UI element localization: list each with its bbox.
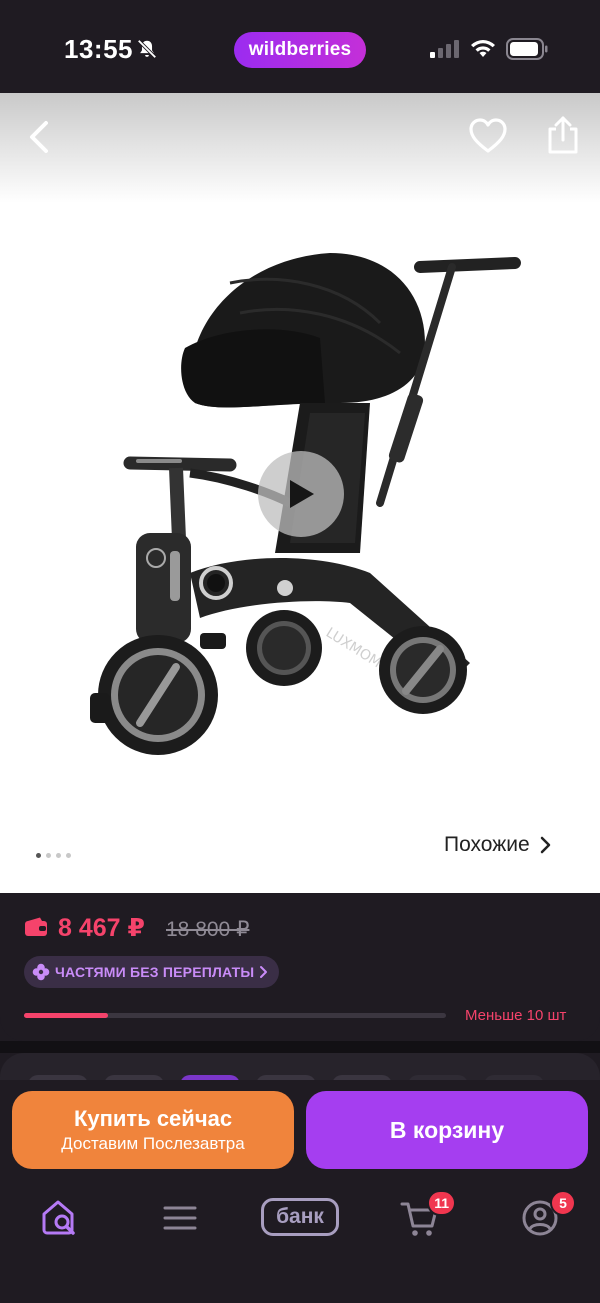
gallery-top-fade <box>0 93 600 203</box>
cart-badge: 11 <box>427 1190 456 1216</box>
add-to-cart-button[interactable]: В корзину <box>306 1091 588 1169</box>
nav-cart[interactable]: 11 <box>398 1190 456 1240</box>
wifi-icon <box>471 40 495 57</box>
old-price: 18 800 ₽ <box>166 918 250 941</box>
home-search-icon <box>42 1200 75 1235</box>
heart-icon[interactable] <box>468 117 508 155</box>
section-divider <box>0 1041 600 1053</box>
menu-icon <box>163 1206 197 1230</box>
installment-icon <box>32 963 50 981</box>
status-bar: 13:55 wildberries <box>0 0 600 93</box>
buy-now-delivery: Доставим Послезавтра <box>61 1134 245 1153</box>
signal-icon <box>430 40 459 58</box>
buy-now-button[interactable]: Купить сейчас Доставим Послезавтра <box>12 1091 294 1169</box>
nav-home[interactable] <box>38 1196 82 1240</box>
similar-link[interactable]: Похожие <box>444 833 552 857</box>
price-card: 8 467 ₽ 18 800 ₽ ЧАСТЯМИ БЕЗ ПЕРЕПЛАТЫ М… <box>0 893 600 1041</box>
installment-label: ЧАСТЯМИ БЕЗ ПЕРЕПЛАТЫ <box>55 964 255 980</box>
nav-profile[interactable]: 5 <box>518 1190 576 1240</box>
pager-dot <box>56 853 61 858</box>
stock-progress <box>24 1013 446 1018</box>
current-price: 8 467 ₽ <box>58 914 145 942</box>
gallery-pager <box>36 853 71 858</box>
bell-off-icon <box>137 39 157 59</box>
status-time: 13:55 <box>64 34 133 64</box>
stock-progress-fill <box>24 1013 109 1018</box>
nav-catalog[interactable] <box>158 1196 202 1240</box>
bottom-nav: банк 11 5 <box>0 1180 600 1303</box>
chevron-right-icon <box>260 966 268 978</box>
buy-now-label: Купить сейчас <box>73 1106 233 1131</box>
battery-icon <box>506 38 548 60</box>
pager-dot <box>36 853 41 858</box>
back-icon[interactable] <box>22 119 58 155</box>
wallet-icon <box>25 917 47 936</box>
pager-dot <box>66 853 71 858</box>
installment-badge[interactable]: ЧАСТЯМИ БЕЗ ПЕРЕПЛАТЫ <box>24 956 280 988</box>
brand-logo: wildberries <box>234 32 366 68</box>
similar-label: Похожие <box>444 833 530 856</box>
nav-bank[interactable]: банк <box>261 1198 339 1236</box>
pager-dot <box>46 853 51 858</box>
play-video-button[interactable] <box>258 451 344 537</box>
product-gallery[interactable]: LUXMOM Похожие <box>0 93 600 893</box>
play-icon <box>290 480 314 508</box>
chevron-right-icon <box>540 836 550 854</box>
purchase-actions: Купить сейчас Доставим Послезавтра В кор… <box>0 1080 600 1180</box>
stock-label: Меньше 10 шт <box>465 1007 567 1024</box>
profile-badge: 5 <box>550 1190 576 1216</box>
share-icon[interactable] <box>544 115 582 155</box>
image-brand-text: LUXMOM <box>323 625 384 671</box>
